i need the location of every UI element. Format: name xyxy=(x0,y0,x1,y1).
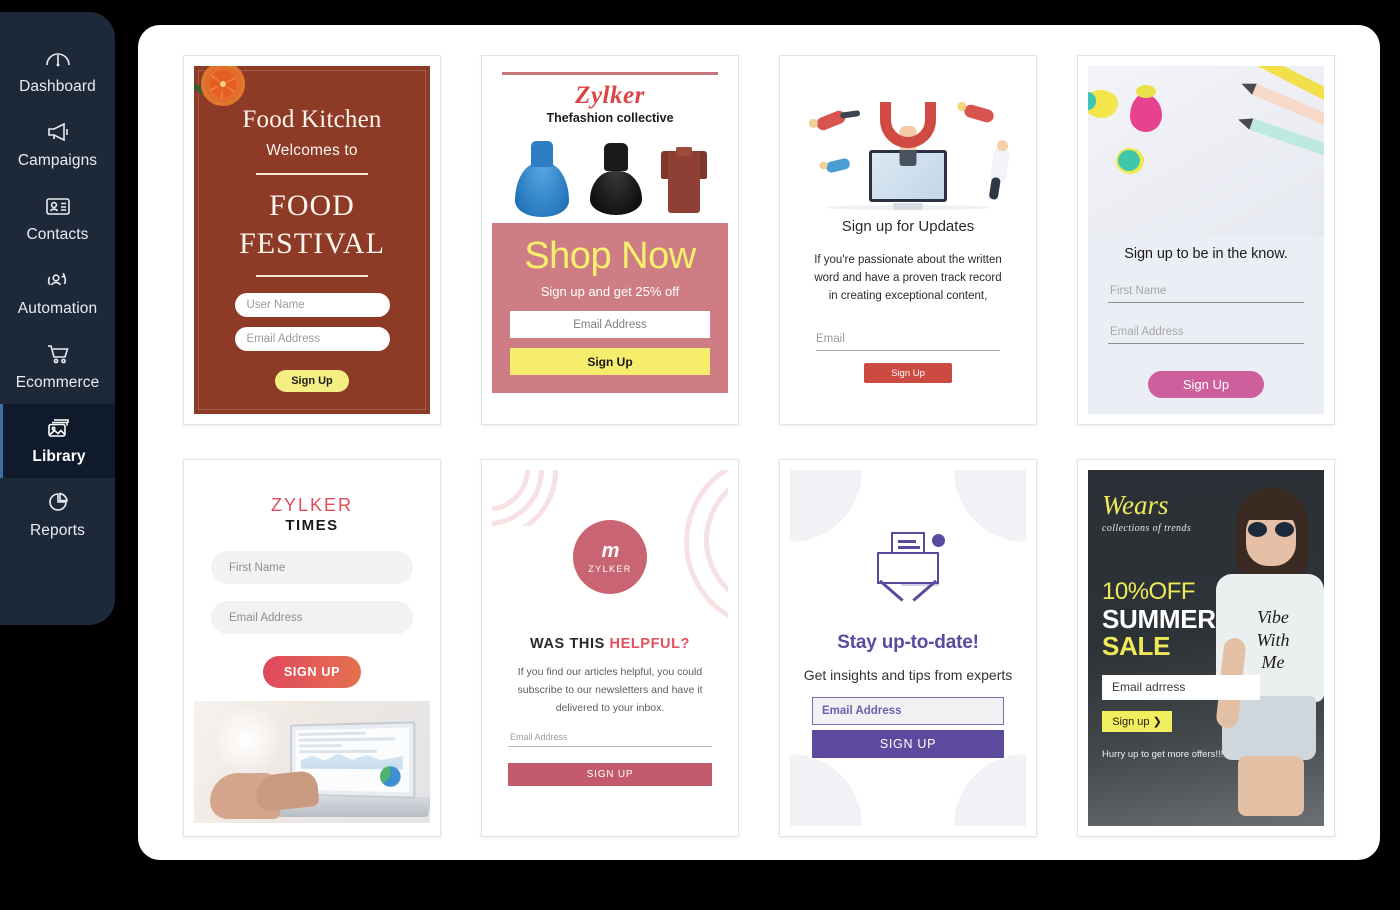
template-preview: Food Kitchen Welcomes to FOOD FESTIVAL U… xyxy=(194,66,430,414)
envelope-document-icon xyxy=(877,532,945,586)
black-dress-image xyxy=(588,141,644,217)
template-preview: m ZYLKER WAS THIS HELPFUL? If you find o… xyxy=(492,470,728,826)
shopping-cart-icon xyxy=(43,341,73,367)
signup-button[interactable]: Sign Up xyxy=(275,370,349,392)
template-card-wears-summer-sale[interactable]: Vibe With Me Wears collections of trends… xyxy=(1077,459,1335,837)
brand-name: ZYLKER xyxy=(270,495,354,515)
template-title: Sign up to be in the know. xyxy=(1124,246,1288,262)
headline-line2: SUMMER xyxy=(1102,604,1216,634)
template-title: Sign up for Updates xyxy=(841,218,975,235)
logo-name: ZYLKER xyxy=(588,563,632,574)
automation-users-icon xyxy=(43,267,73,293)
divider xyxy=(256,173,368,175)
sidebar-item-library[interactable]: Library xyxy=(0,404,115,478)
magnet-illustration xyxy=(804,92,1012,212)
headline-line3: SALE xyxy=(1102,631,1171,662)
footnote: Hurry up to get more offers!!! xyxy=(1102,748,1224,760)
template-headline: Stay up-to-date! xyxy=(837,632,979,653)
blue-gown-image xyxy=(515,141,570,217)
signup-button[interactable]: SIGN UP xyxy=(508,762,712,786)
zylker-logo: m ZYLKER xyxy=(573,520,647,594)
first-name-input[interactable]: First Name xyxy=(1108,285,1304,303)
template-subhead: Get insights and tips from experts xyxy=(803,667,1013,683)
template-title: Food Kitchen xyxy=(242,106,382,133)
sidebar-item-reports[interactable]: Reports xyxy=(0,478,115,552)
logo-mark: m xyxy=(601,539,620,562)
contact-card-icon xyxy=(43,193,73,219)
sidebar-item-label: Dashboard xyxy=(19,78,96,95)
template-grid: Food Kitchen Welcomes to FOOD FESTIVAL U… xyxy=(168,53,1350,837)
template-library-panel: Food Kitchen Welcomes to FOOD FESTIVAL U… xyxy=(138,25,1380,860)
sidebar-item-contacts[interactable]: Contacts xyxy=(0,182,115,256)
sidebar-item-label: Reports xyxy=(30,522,85,539)
sidebar: Dashboard Campaigns Contacts Automation … xyxy=(0,12,115,625)
email-input[interactable]: Email Address xyxy=(812,697,1004,725)
sidebar-item-campaigns[interactable]: Campaigns xyxy=(0,108,115,182)
template-card-zylker-fashion[interactable]: Zylker Thefashion collective Shop Now Si… xyxy=(481,55,739,425)
divider xyxy=(502,72,718,75)
arc-decoration xyxy=(654,470,728,654)
template-preview: Zylker Thefashion collective Shop Now Si… xyxy=(492,66,728,414)
email-input[interactable]: Email Address xyxy=(234,327,390,351)
email-input[interactable]: Email Address xyxy=(508,732,712,747)
signup-button[interactable]: SIGN UP xyxy=(812,730,1004,758)
sidebar-item-label: Automation xyxy=(17,300,98,317)
template-headline: Shop Now xyxy=(524,235,696,277)
sidebar-item-automation[interactable]: Automation xyxy=(0,256,115,330)
signup-button[interactable]: SIGN UP xyxy=(263,656,361,688)
template-body: If you find our articles helpful, you co… xyxy=(517,666,703,714)
offer-text: Sign up and get 25% off xyxy=(540,284,680,299)
email-input[interactable]: Email adrress xyxy=(1102,674,1260,700)
email-input[interactable]: Email xyxy=(816,333,1000,352)
template-subtitle: Welcomes to xyxy=(266,142,358,159)
email-input[interactable]: Email Address xyxy=(1108,326,1304,344)
signup-button[interactable]: Sign up ❯ xyxy=(1102,710,1172,732)
brand-name: Zylker xyxy=(575,82,645,109)
gauge-icon xyxy=(43,45,73,71)
template-card-food-festival[interactable]: Food Kitchen Welcomes to FOOD FESTIVAL U… xyxy=(183,55,441,425)
photo-library-icon xyxy=(44,415,74,441)
library-page: Dashboard Campaigns Contacts Automation … xyxy=(0,0,1400,910)
first-name-input[interactable]: First Name xyxy=(211,551,413,584)
template-body: If you're passionate about the written w… xyxy=(814,254,1002,303)
template-card-was-this-helpful[interactable]: m ZYLKER WAS THIS HELPFUL? If you find o… xyxy=(481,459,739,837)
brand-tagline: TIMES xyxy=(285,517,339,534)
template-card-sign-up-updates[interactable]: Sign up for Updates If you're passionate… xyxy=(779,55,1037,425)
template-card-zylker-times[interactable]: ZYLKER TIMES First Name Email Address SI… xyxy=(183,459,441,837)
pie-chart-icon xyxy=(43,489,73,515)
template-preview: Stay up-to-date! Get insights and tips f… xyxy=(790,470,1026,826)
template-card-stay-up-to-date[interactable]: Stay up-to-date! Get insights and tips f… xyxy=(779,459,1037,837)
signup-button[interactable]: Sign Up xyxy=(510,348,710,375)
product-images xyxy=(492,125,728,217)
sidebar-item-ecommerce[interactable]: Ecommerce xyxy=(0,330,115,404)
email-input[interactable]: Email Address xyxy=(211,601,413,634)
sidebar-item-dashboard[interactable]: Dashboard xyxy=(0,34,115,108)
signup-button[interactable]: Sign Up xyxy=(864,363,952,384)
template-headline: FOOD FESTIVAL xyxy=(239,189,385,260)
sidebar-item-label: Library xyxy=(32,448,86,465)
template-preview: Sign up to be in the know. First Name Em… xyxy=(1088,66,1324,414)
pencil-icon xyxy=(1236,113,1324,158)
brand-tagline: collections of trends xyxy=(1102,523,1192,534)
divider xyxy=(256,275,368,277)
discount-text: 10%OFF xyxy=(1102,578,1196,605)
template-card-in-the-know[interactable]: Sign up to be in the know. First Name Em… xyxy=(1077,55,1335,425)
signup-button[interactable]: Sign Up xyxy=(1148,371,1264,398)
sidebar-item-label: Contacts xyxy=(26,226,89,243)
megaphone-icon xyxy=(43,119,73,145)
stationery-photo xyxy=(1088,66,1324,236)
brand-name: Wears xyxy=(1102,490,1169,520)
username-input[interactable]: User Name xyxy=(234,293,390,317)
email-input[interactable]: Email Address xyxy=(510,311,710,338)
headline-plain: WAS THIS xyxy=(529,636,610,652)
sidebar-item-label: Ecommerce xyxy=(15,374,100,391)
brand-tagline: Thefashion collective xyxy=(546,111,674,125)
template-preview: ZYLKER TIMES First Name Email Address SI… xyxy=(194,470,430,826)
template-preview: Sign up for Updates If you're passionate… xyxy=(790,66,1026,414)
laptop-photo xyxy=(194,701,430,823)
red-shirt-image xyxy=(660,145,707,217)
arc-decoration xyxy=(492,470,584,526)
template-preview: Vibe With Me Wears collections of trends… xyxy=(1088,470,1324,826)
sidebar-item-label: Campaigns xyxy=(17,152,98,169)
